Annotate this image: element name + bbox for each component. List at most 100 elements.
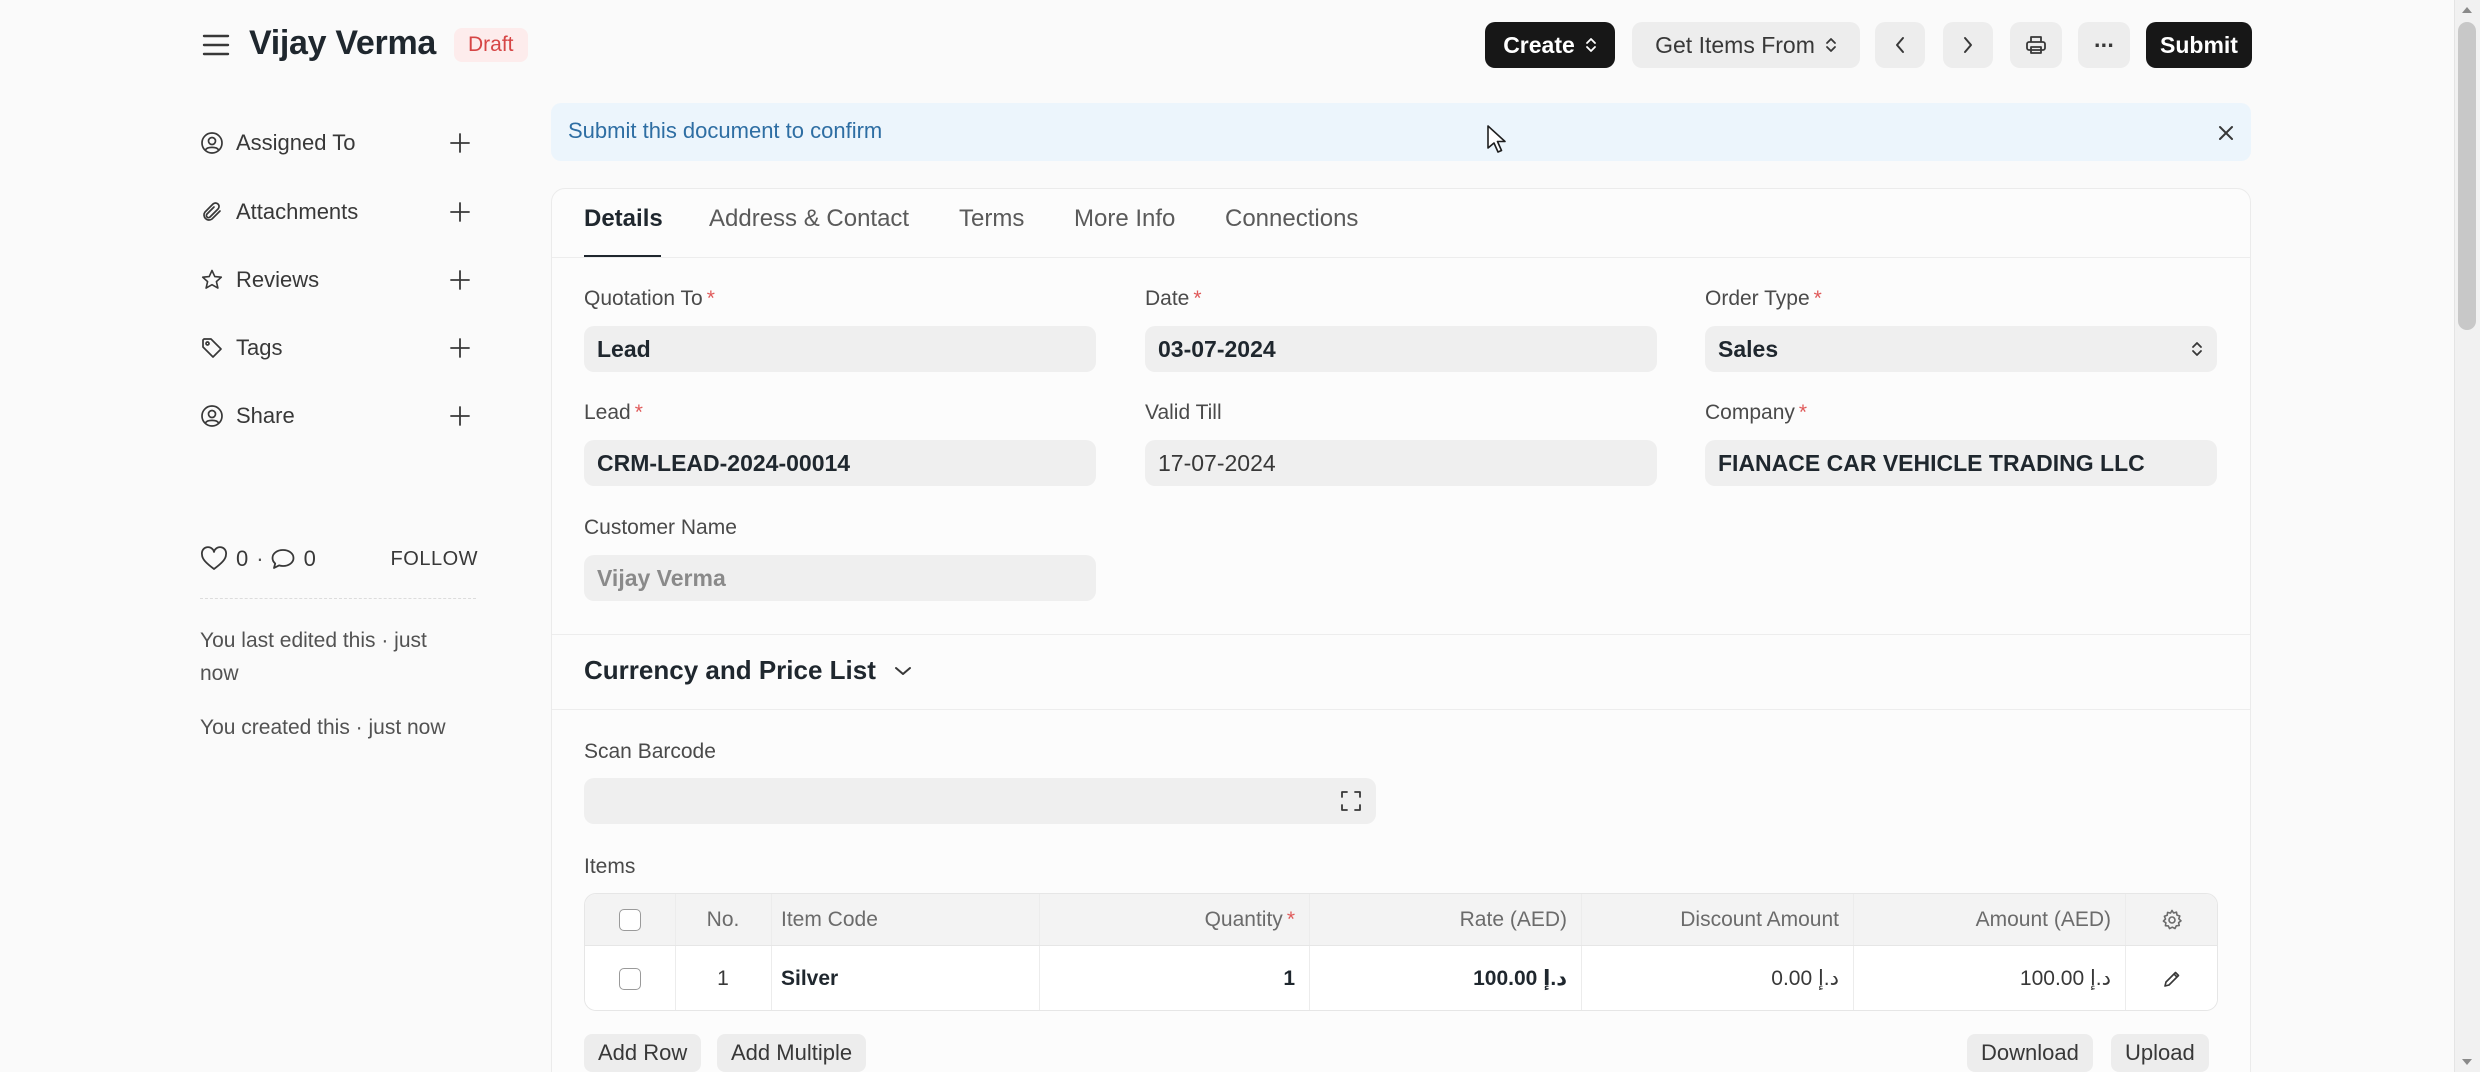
tab-address-contact[interactable]: Address & Contact bbox=[709, 205, 909, 233]
valid-till-label: Valid Till bbox=[1145, 401, 1222, 424]
sidebar-item-label: Reviews bbox=[236, 267, 320, 292]
create-button[interactable]: Create bbox=[1485, 22, 1615, 68]
get-items-from-label: Get Items From bbox=[1655, 31, 1815, 58]
section-divider bbox=[552, 709, 2250, 710]
scan-barcode-input[interactable] bbox=[584, 778, 1376, 824]
select-arrows-icon bbox=[1825, 36, 1837, 54]
tab-connections[interactable]: Connections bbox=[1225, 205, 1358, 233]
row-number: 1 bbox=[717, 966, 729, 990]
download-button[interactable]: Download bbox=[1967, 1034, 2093, 1072]
add-tag-icon[interactable] bbox=[448, 336, 472, 360]
rate-cell[interactable]: د.إ 100.00 bbox=[1309, 946, 1581, 1010]
more-options-button[interactable]: ··· bbox=[2078, 22, 2130, 68]
lead-field[interactable]: CRM-LEAD-2024-00014 bbox=[584, 440, 1096, 486]
sidebar-item-label: Assigned To bbox=[236, 130, 356, 155]
close-icon[interactable] bbox=[2214, 121, 2238, 145]
row-edit-cell bbox=[2125, 946, 2217, 1010]
upload-button[interactable]: Upload bbox=[2111, 1034, 2209, 1072]
sidebar-item-assigned-to[interactable]: Assigned To bbox=[200, 123, 472, 163]
share-user-icon bbox=[200, 404, 224, 428]
add-review-icon[interactable] bbox=[448, 268, 472, 292]
tab-bar-border bbox=[552, 257, 2250, 258]
date-label-text: Date bbox=[1145, 287, 1190, 310]
currency-section-title: Currency and Price List bbox=[584, 655, 876, 685]
required-marker: * bbox=[706, 287, 715, 310]
next-document-button[interactable] bbox=[1943, 22, 1993, 68]
sidebar-item-share[interactable]: Share bbox=[200, 396, 472, 436]
discount-cell[interactable]: د.إ 0.00 bbox=[1581, 946, 1853, 1010]
items-table: No. Item Code Quantity * Rate (AED) Disco… bbox=[584, 893, 2218, 1011]
submit-button[interactable]: Submit bbox=[2146, 22, 2252, 68]
order-type-label-text: Order Type bbox=[1705, 287, 1810, 310]
quotation-to-field[interactable]: Lead bbox=[584, 326, 1096, 372]
customer-name-label: Customer Name bbox=[584, 516, 737, 539]
currency-price-list-section-toggle[interactable]: Currency and Price List bbox=[584, 655, 914, 686]
pencil-icon[interactable] bbox=[2161, 968, 2183, 990]
scrollbar-thumb[interactable] bbox=[2458, 22, 2476, 330]
menu-toggle-icon[interactable] bbox=[200, 30, 232, 60]
sidebar-item-tags[interactable]: Tags bbox=[200, 328, 472, 368]
sidebar-item-reviews[interactable]: Reviews bbox=[200, 260, 472, 300]
quotation-to-label: Quotation To * bbox=[584, 287, 715, 311]
header-checkbox-cell bbox=[585, 894, 675, 945]
tag-icon bbox=[200, 336, 224, 360]
follow-button[interactable]: FOLLOW bbox=[391, 548, 478, 571]
quantity-cell[interactable]: 1 bbox=[1039, 946, 1309, 1010]
gear-icon[interactable] bbox=[2160, 908, 2184, 932]
column-header-no: No. bbox=[706, 907, 740, 931]
tab-terms[interactable]: Terms bbox=[959, 205, 1024, 233]
required-marker: * bbox=[1286, 907, 1295, 931]
activity-last-edited: You last edited this · just now bbox=[200, 629, 427, 685]
print-button[interactable] bbox=[2010, 22, 2062, 68]
create-button-label: Create bbox=[1503, 31, 1575, 58]
select-arrows-icon bbox=[1585, 36, 1597, 54]
heart-icon[interactable] bbox=[200, 546, 228, 572]
sidebar-item-label: Share bbox=[236, 403, 295, 428]
activity-created: You created this · just now bbox=[200, 716, 446, 739]
date-field[interactable]: 03-07-2024 bbox=[1145, 326, 1657, 372]
scroll-up-arrow-icon[interactable] bbox=[2460, 4, 2474, 16]
sidebar-item-attachments[interactable]: Attachments bbox=[200, 192, 472, 232]
assign-user-icon bbox=[200, 131, 224, 155]
add-multiple-button[interactable]: Add Multiple bbox=[717, 1034, 867, 1072]
select-arrows-icon bbox=[2190, 338, 2204, 360]
scan-barcode-label: Scan Barcode bbox=[584, 740, 716, 763]
order-type-select[interactable]: Sales bbox=[1705, 326, 2217, 372]
add-attachment-icon[interactable] bbox=[448, 200, 472, 224]
column-divider bbox=[771, 946, 772, 1010]
tab-details[interactable]: Details bbox=[584, 205, 663, 233]
chevron-right-icon bbox=[1961, 34, 1975, 56]
get-items-from-button[interactable]: Get Items From bbox=[1632, 22, 1860, 68]
sidebar-item-label: Tags bbox=[236, 335, 283, 360]
table-row[interactable]: 1 Silver 1 د.إ 100.00 د.إ 0.00 د.إ 100.0… bbox=[585, 946, 2217, 1010]
add-row-button[interactable]: Add Row bbox=[584, 1034, 702, 1072]
valid-till-field[interactable]: 17-07-2024 bbox=[1145, 440, 1657, 486]
company-label: Company * bbox=[1705, 401, 1807, 425]
row-select-checkbox[interactable] bbox=[619, 967, 641, 990]
scroll-down-arrow-icon[interactable] bbox=[2460, 1056, 2474, 1068]
add-assignment-icon[interactable] bbox=[448, 131, 472, 155]
scan-frame-icon[interactable] bbox=[1339, 789, 1363, 813]
comment-icon[interactable] bbox=[270, 547, 296, 571]
previous-document-button[interactable] bbox=[1875, 22, 1925, 68]
column-header-item-code: Item Code bbox=[781, 907, 878, 931]
item-code-cell[interactable]: Silver bbox=[781, 946, 1031, 1010]
comment-count: 0 bbox=[303, 546, 316, 571]
column-header-amount: Amount (AED) bbox=[1975, 907, 2111, 931]
more-options-label: ··· bbox=[2094, 31, 2115, 58]
active-tab-indicator bbox=[584, 255, 661, 257]
tab-more-info[interactable]: More Info bbox=[1074, 205, 1175, 233]
company-field[interactable]: FIANACE CAR VEHICLE TRADING LLC bbox=[1705, 440, 2217, 486]
add-share-icon[interactable] bbox=[448, 404, 472, 428]
column-settings-cell bbox=[2125, 894, 2217, 945]
lead-label: Lead * bbox=[584, 401, 643, 425]
star-icon bbox=[200, 268, 224, 292]
amount-cell: د.إ 100.00 bbox=[2019, 967, 2111, 990]
select-all-checkbox[interactable] bbox=[619, 908, 641, 931]
column-header-discount: Discount Amount bbox=[1680, 907, 1839, 931]
like-count: 0 bbox=[236, 546, 249, 571]
section-divider bbox=[552, 634, 2250, 635]
items-label: Items bbox=[584, 855, 636, 878]
lead-label-text: Lead bbox=[584, 401, 631, 424]
printer-icon bbox=[2024, 33, 2048, 57]
